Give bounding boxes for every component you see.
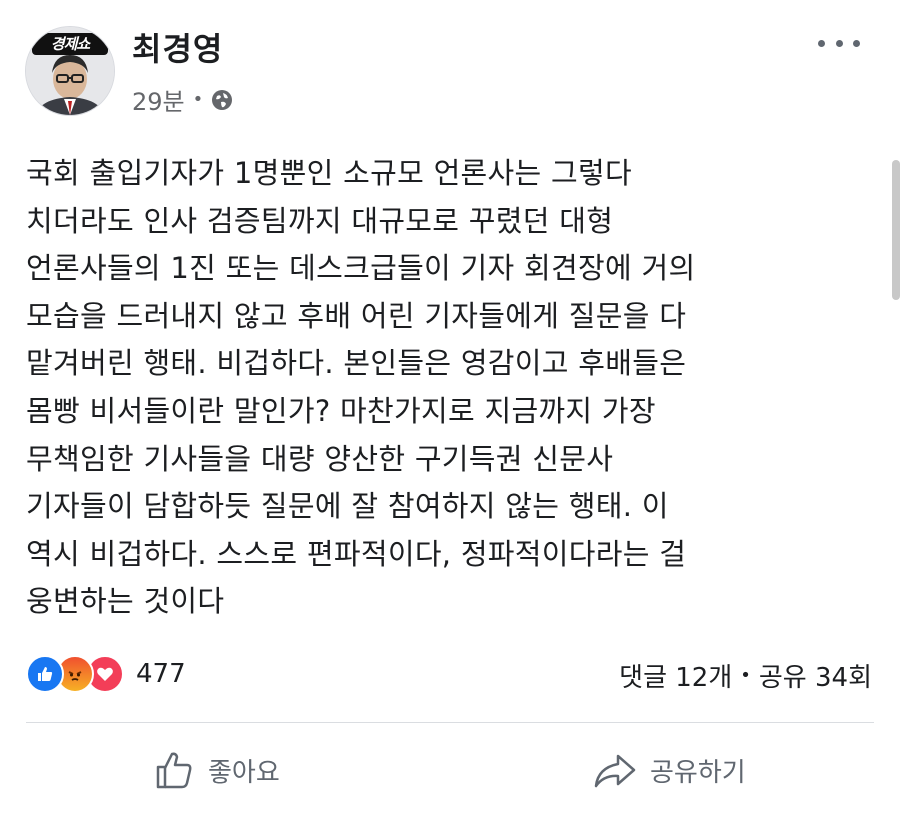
reaction-count: 477 [136,659,186,689]
post-text-line: 치더라도 인사 검증팀까지 대규모로 꾸렸던 대형 [26,203,614,238]
thumbs-up-icon [156,752,192,789]
post-text-line: 언론사들의 1진 또는 데스크급들이 기자 회견장에 거의 [26,251,696,286]
reactions-summary[interactable]: 477 [26,655,186,693]
share-button[interactable]: 공유하기 [590,748,746,792]
globe-icon[interactable] [211,89,233,111]
share-button-label: 공유하기 [650,757,746,788]
scrollbar-thumb[interactable] [892,160,900,300]
post-text-line: 모습을 드러내지 않고 후배 어린 기자들에게 질문을 다 [26,298,687,333]
avatar[interactable]: 경제쇼 [25,26,115,116]
post-text-line: 기자들이 담합하듯 질문에 잘 참여하지 않는 행태. 이 [26,489,669,524]
post-stats: 댓글 12개 • 공유 34회 [619,657,872,694]
share-arrow-icon [594,754,636,788]
comment-count[interactable]: 댓글 12개 [619,657,732,694]
like-button[interactable]: 좋아요 [152,748,280,792]
post-meta: 29분 • [132,82,233,117]
author-name[interactable]: 최경영 [132,24,223,70]
avatar-badge: 경제쇼 [32,33,108,55]
facebook-post: 경제쇼 최경영 29분 • 국회 출입기자가 1명뿐인 소규모 언론사는 그렇다… [0,0,900,818]
like-icon [26,655,64,693]
divider [26,722,874,723]
like-button-label: 좋아요 [208,757,280,788]
post-text-line: 웅변하는 것이다 [26,584,225,619]
post-text-line: 국회 출입기자가 1명뿐인 소규모 언론사는 그렇다 [26,156,632,190]
stats-separator: • [740,665,751,686]
reaction-icons [26,655,124,693]
post-text-line: 맡겨버린 행태. 비겁하다. 본인들은 영감이고 후배들은 [26,346,687,381]
post-text-line: 무책임한 기사들을 대량 양산한 구기득권 신문사 [26,441,614,476]
post-text-line: 역시 비겁하다. 스스로 편파적이다, 정파적이다라는 걸 [26,536,687,571]
meta-separator: • [192,89,204,110]
post-text: 국회 출입기자가 1명뿐인 소규모 언론사는 그렇다 치더라도 인사 검증팀까지… [26,150,866,626]
share-count[interactable]: 공유 34회 [759,657,872,694]
post-text-line: 몸빵 비서들이란 말인가? 마찬가지로 지금까지 가장 [26,393,656,428]
more-options-icon[interactable] [818,30,860,56]
post-time[interactable]: 29분 [132,82,185,117]
